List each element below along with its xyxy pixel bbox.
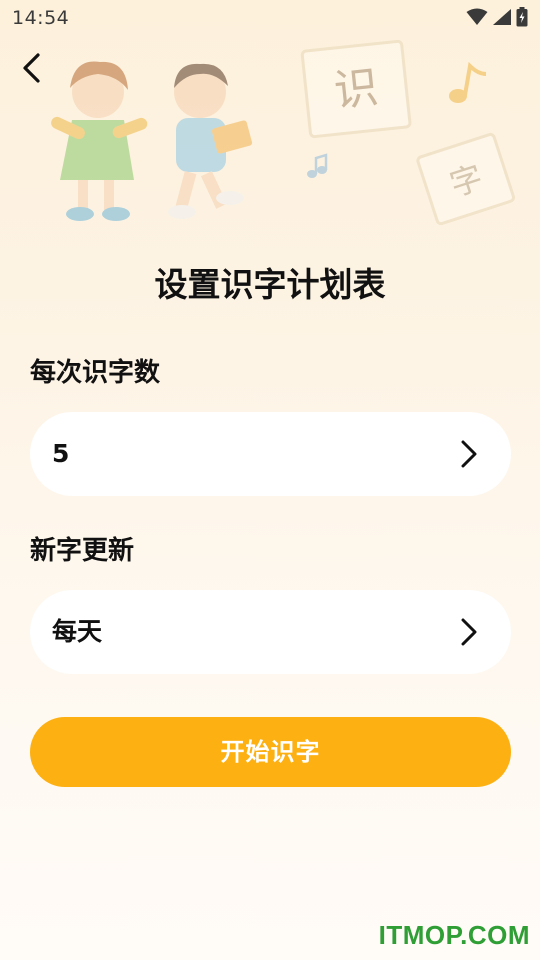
status-icons (466, 6, 528, 28)
chevron-right-icon (461, 440, 477, 468)
cellular-signal-icon (493, 9, 511, 25)
daily-count-value: 5 (52, 439, 70, 468)
daily-count-label: 每次识字数 (30, 358, 161, 388)
girl-illustration (51, 61, 148, 221)
daily-count-selector[interactable]: 5 (30, 412, 511, 496)
status-bar: 14:54 (0, 0, 540, 36)
wifi-icon (466, 8, 488, 25)
update-frequency-value: 每天 (52, 617, 103, 646)
start-learning-button[interactable]: 开始识字 (30, 717, 511, 787)
boy-illustration (168, 63, 253, 219)
character-card-shi: 识 (300, 40, 412, 139)
page-title: 设置识字计划表 (154, 265, 386, 304)
update-frequency-label: 新字更新 (30, 536, 135, 566)
back-button[interactable] (16, 52, 48, 84)
small-music-note-icon (307, 153, 328, 178)
music-note-icon (449, 61, 487, 103)
watermark: ITMOP.COM (378, 920, 530, 950)
character-card-zi: 字 (416, 132, 516, 226)
hero-illustration: 识 字 (51, 40, 516, 226)
battery-icon (516, 7, 528, 27)
chevron-right-icon (461, 618, 477, 646)
back-arrow-icon (23, 53, 40, 83)
update-frequency-selector[interactable]: 每天 (30, 590, 511, 674)
status-time: 14:54 (12, 7, 70, 29)
svg-text:识: 识 (332, 62, 381, 117)
